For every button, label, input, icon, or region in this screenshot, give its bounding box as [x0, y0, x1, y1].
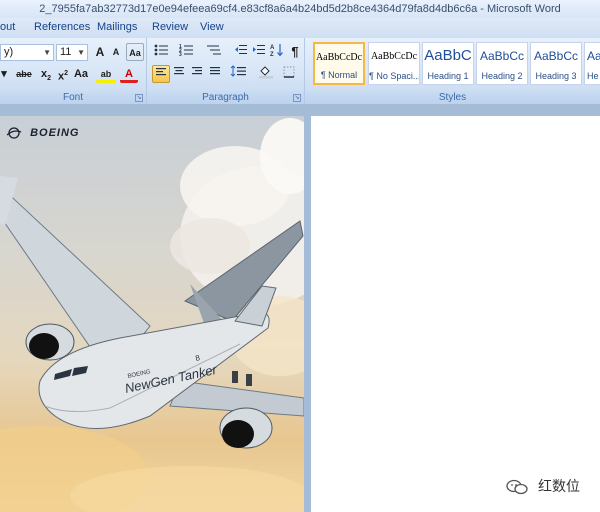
style-name: Heading 2 [481, 71, 523, 81]
font-color-button[interactable]: A [120, 65, 138, 83]
font-name-combo[interactable]: y) ▼ [0, 44, 54, 61]
style-sample: AaBbCcDc [370, 51, 418, 62]
style-sample: AaBbCc [479, 49, 525, 63]
numbering-glyph: 123 [179, 44, 193, 58]
document-page-image[interactable]: BOEING NewGen Tanker 8 BOEING [0, 116, 304, 512]
justify-icon [210, 67, 220, 75]
strikethrough-button[interactable]: abe [12, 65, 36, 83]
show-marks-button[interactable]: ¶ [286, 43, 304, 61]
font-size-combo[interactable]: 11 ▼ [56, 44, 88, 61]
borders-button[interactable] [279, 65, 301, 83]
shading-button[interactable] [255, 65, 277, 83]
font-size-value: 11 [60, 46, 72, 58]
style-heading-3[interactable]: AaBbCc Heading 3 [530, 42, 582, 85]
chevron-down-icon: ▼ [43, 48, 51, 57]
style-heading-1[interactable]: AaBbC Heading 1 [422, 42, 474, 85]
style-name: He [587, 71, 599, 81]
boeing-logo: BOEING [6, 126, 79, 140]
borders-icon [283, 66, 295, 78]
align-right-icon [192, 67, 202, 75]
subscript-button[interactable]: x2 [37, 65, 55, 83]
underline-menu-button[interactable]: ▾ [0, 65, 8, 83]
dialog-launcher-icon[interactable]: ↘ [135, 94, 143, 102]
font-group: y) ▼ 11 ▼ A A Aa ▾ abe x2 x2 Aa ab A Fon… [0, 38, 147, 104]
wechat-icon [505, 479, 528, 495]
style-heading-2[interactable]: AaBbCc Heading 2 [476, 42, 528, 85]
tab-layout[interactable]: out [0, 21, 15, 33]
document-page-blank[interactable]: 红数位 [311, 116, 600, 512]
window-title: 2_7955fa7ab32773d17e0e94efeea69cf4.e83cf… [0, 0, 600, 18]
dialog-launcher-icon[interactable]: ↘ [293, 94, 301, 102]
bullets-glyph [154, 44, 168, 56]
justify-button[interactable] [206, 65, 224, 83]
align-center-icon [174, 67, 184, 75]
superscript-button[interactable]: x2 [54, 65, 72, 83]
chevron-down-icon: ▼ [77, 48, 85, 57]
line-spacing-button[interactable] [227, 65, 251, 83]
align-right-button[interactable] [188, 65, 206, 83]
clear-formatting-button[interactable]: Aa [126, 43, 144, 61]
highlight-button[interactable]: ab [96, 65, 116, 83]
font-name-value: y) [4, 46, 14, 58]
multilevel-glyph [207, 45, 221, 55]
tab-review[interactable]: Review [152, 21, 188, 33]
align-center-button[interactable] [170, 65, 188, 83]
numbering-icon[interactable]: 123 [177, 43, 199, 61]
watermark-text: 红数位 [538, 479, 580, 495]
tab-view[interactable]: View [200, 21, 224, 33]
style-normal[interactable]: AaBbCcDc ¶ Normal [313, 42, 365, 85]
align-left-icon [156, 68, 166, 76]
boeing-tanker-photo: BOEING NewGen Tanker 8 [0, 118, 304, 512]
style-heading-4[interactable]: Aa He [584, 42, 600, 85]
paragraph-group-label: Paragraph [147, 91, 304, 104]
ribbon: y) ▼ 11 ▼ A A Aa ▾ abe x2 x2 Aa ab A Fon… [0, 38, 600, 104]
line-spacing-icon [230, 65, 246, 77]
font-group-label: Font [0, 91, 146, 104]
shrink-font-button[interactable]: A [107, 43, 125, 61]
paint-bucket-icon [259, 66, 273, 79]
svg-text:3: 3 [179, 52, 182, 57]
style-sample: AaBbCcDc [315, 52, 363, 63]
boeing-logo-text: BOEING [30, 126, 80, 139]
sort-glyph: AZ [270, 44, 283, 58]
increase-indent-glyph [253, 45, 265, 54]
style-no-spacing[interactable]: AaBbCcDc ¶ No Spaci... [368, 42, 420, 85]
svg-text:Z: Z [270, 52, 274, 57]
increase-indent-icon[interactable] [250, 43, 268, 61]
style-sample: AaBbCc [533, 49, 579, 63]
tab-references[interactable]: References [34, 21, 90, 33]
sort-icon[interactable]: AZ [268, 43, 286, 61]
align-left-button[interactable] [152, 65, 170, 83]
tab-mailings[interactable]: Mailings [97, 21, 137, 33]
multilevel-list-icon[interactable] [204, 43, 226, 61]
document-workspace: BOEING NewGen Tanker 8 BOEING 红数位 [0, 104, 600, 512]
decrease-indent-glyph [235, 45, 247, 54]
watermark: 红数位 [505, 476, 580, 496]
styles-group: AaBbCcDc ¶ Normal AaBbCcDc ¶ No Spaci...… [305, 38, 600, 104]
bullets-icon[interactable] [152, 43, 174, 61]
svg-text:A: A [270, 45, 275, 51]
style-sample: Aa [587, 49, 600, 63]
paragraph-group: 123 AZ ¶ Paragraph ↘ [147, 38, 305, 104]
style-name: Heading 3 [535, 71, 577, 81]
style-name: ¶ No Spaci... [369, 71, 419, 81]
decrease-indent-icon[interactable] [232, 43, 250, 61]
boeing-emblem-icon [6, 127, 22, 139]
style-name: Heading 1 [427, 71, 469, 81]
change-case-button[interactable]: Aa [71, 65, 91, 83]
style-sample: AaBbC [424, 47, 472, 64]
style-name: ¶ Normal [320, 70, 358, 80]
ribbon-tabs: out References Mailings Review View [0, 18, 600, 38]
styles-group-label: Styles [305, 91, 600, 104]
